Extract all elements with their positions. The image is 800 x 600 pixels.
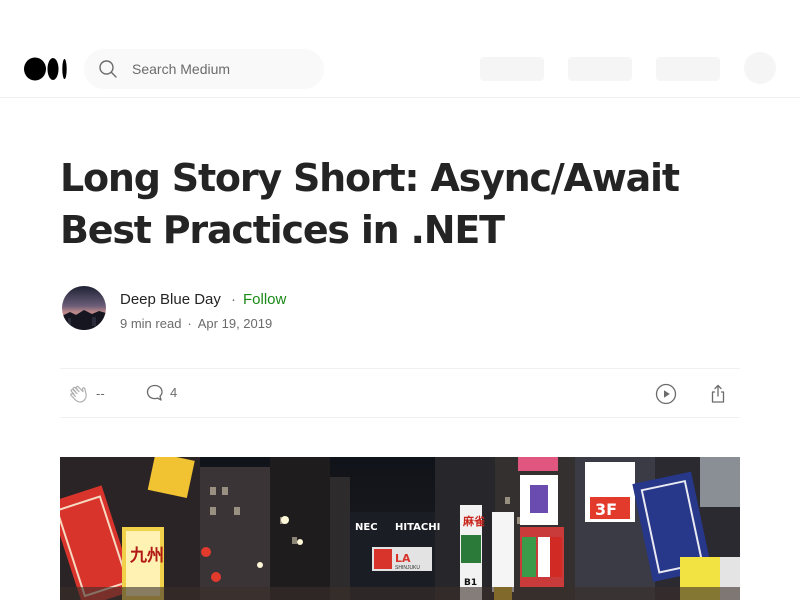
sign-kanji-mid: 麻雀	[462, 514, 485, 528]
search-placeholder: Search Medium	[132, 61, 231, 77]
svg-text:LA: LA	[395, 552, 411, 565]
separator-dot: ·	[231, 291, 236, 308]
sign-3f: 3F	[595, 500, 617, 519]
article-title: Long Story Short: Async/Await Best Pract…	[60, 156, 680, 252]
search-icon	[99, 60, 117, 78]
response-count: 4	[170, 385, 178, 400]
sign-b1: B1	[464, 578, 477, 588]
author-name[interactable]: Deep Blue Day	[120, 291, 221, 308]
sign-nec: NEC	[355, 522, 378, 533]
hero-image: 九州 NEC HITACHI LA SHINJUKU 麻雀 B1 3F	[60, 457, 740, 600]
response-icon[interactable]	[144, 382, 166, 404]
share-icon[interactable]	[706, 382, 730, 406]
top-navbar: Search Medium	[0, 40, 800, 98]
read-time: 9 min read	[120, 316, 182, 331]
author-avatar[interactable]	[62, 286, 106, 330]
user-avatar-placeholder[interactable]	[744, 52, 776, 84]
nav-placeholder-1	[480, 57, 544, 81]
clap-count: --	[96, 386, 105, 401]
sign-hitachi: HITACHI	[395, 522, 440, 533]
medium-logo-icon[interactable]	[24, 57, 70, 81]
nav-placeholder-3	[656, 57, 720, 81]
follow-button[interactable]: Follow	[243, 291, 286, 308]
search-input[interactable]: Search Medium	[84, 49, 324, 89]
nav-placeholder-2	[568, 57, 632, 81]
sign-kanji-left: 九州	[129, 546, 164, 566]
clap-icon[interactable]	[68, 383, 90, 405]
meta-separator: ·	[187, 316, 192, 331]
publish-date: Apr 19, 2019	[197, 316, 273, 331]
hero-street-scene: 九州 NEC HITACHI LA SHINJUKU 麻雀 B1 3F	[60, 457, 740, 600]
listen-icon[interactable]	[654, 382, 678, 406]
sign-shinjuku: SHINJUKU	[395, 565, 420, 571]
article-meta: 9 min read · Apr 19, 2019	[120, 316, 272, 331]
browser-top-strip	[0, 0, 800, 41]
article-action-bar: -- 4	[60, 368, 740, 418]
author-avatar-image	[62, 286, 106, 330]
